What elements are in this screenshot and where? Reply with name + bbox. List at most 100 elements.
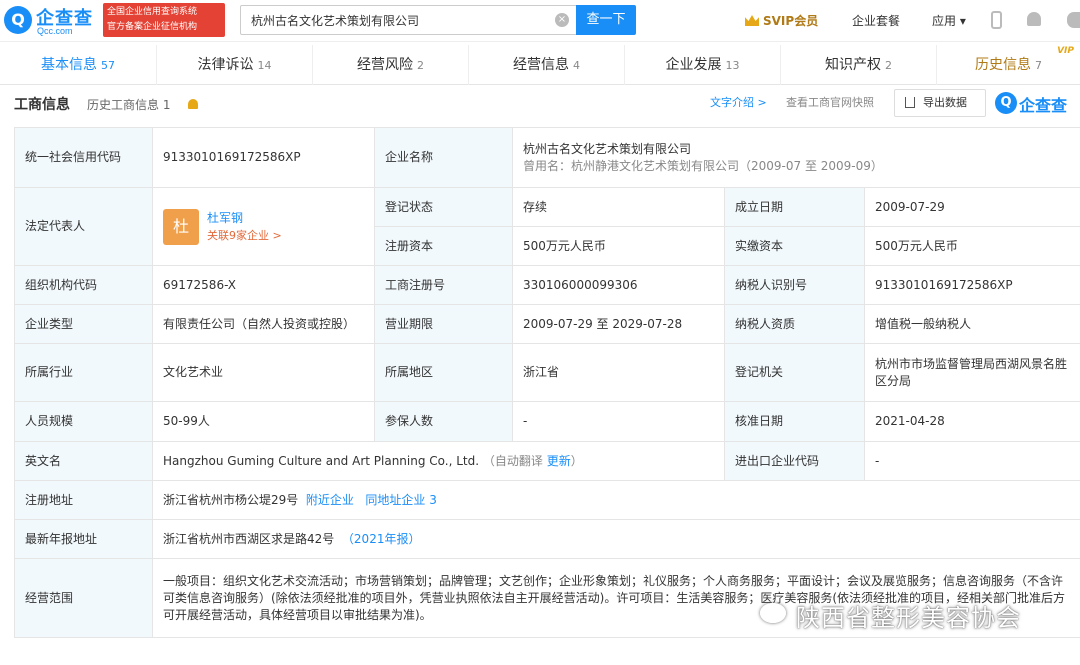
label-reg-address: 注册地址 bbox=[14, 480, 153, 520]
qcc-logo[interactable]: Q 企查查 Qcc.com bbox=[4, 4, 100, 38]
label-company-name: 企业名称 bbox=[374, 127, 513, 188]
credit-code[interactable]: 913301016917258­6XP bbox=[152, 127, 375, 188]
table-row: 英文名 Hangzhou Guming Culture and Art Plan… bbox=[14, 441, 1080, 481]
annual-report-link[interactable]: （2021年报） bbox=[342, 532, 421, 546]
top-bar: Q 企查查 Qcc.com 全国企业信用查询系统 官方备案企业征信机构 × 查一… bbox=[0, 0, 1080, 42]
tab-legal[interactable]: 法律诉讼 14 bbox=[157, 45, 313, 85]
reg-capital: 500万元人民币 bbox=[512, 226, 725, 266]
staff-size: 50-99人 bbox=[152, 401, 375, 442]
annual-address: 浙江省杭州市西湖区求是路42号 bbox=[163, 531, 335, 546]
logo-text: 企查查 bbox=[1019, 96, 1068, 115]
status: 存续 bbox=[512, 187, 725, 227]
label-reg-number: 工商注册号 bbox=[374, 265, 513, 305]
label-region: 所属地区 bbox=[374, 343, 513, 402]
search-box: × bbox=[240, 5, 578, 35]
annual-address-cell: 浙江省杭州市西湖区求是路42号 （2021年报） bbox=[151, 519, 1080, 559]
tab-ip[interactable]: 知识产权 2 bbox=[781, 45, 937, 85]
company-name: 杭州古名文化艺术策划有限公司 bbox=[523, 141, 692, 156]
label-status: 登记状态 bbox=[374, 187, 513, 227]
label-business-term: 营业期限 bbox=[374, 304, 513, 344]
table-row: 人员规模 50-99人 参保人数 - 核准日期 2021-04-28 bbox=[14, 401, 1080, 442]
download-icon bbox=[905, 97, 915, 108]
logo-mark: Q bbox=[4, 6, 32, 34]
export-button[interactable]: 导出数据 bbox=[894, 89, 986, 117]
wechat-icon bbox=[760, 603, 786, 623]
company-name-cell: 杭州古名文化艺术策划有限公司曾用名：杭州静港文化艺术策划有限公司（2009-07… bbox=[511, 127, 1080, 188]
tab-risk[interactable]: 经营风险 2 bbox=[313, 45, 469, 85]
label-tax-id: 纳税人识别号 bbox=[724, 265, 865, 305]
same-address-link[interactable]: 同地址企业 3 bbox=[365, 493, 436, 507]
table-row: 最新年报地址 浙江省杭州市西湖区求是路42号 （2021年报） bbox=[14, 519, 1080, 559]
tab-history[interactable]: 历史信息 7 VIP bbox=[937, 45, 1080, 85]
org-code: 69172586-X bbox=[152, 265, 375, 305]
authority: 杭州市市场监督管理局西湖风景名胜区分局 bbox=[863, 343, 1080, 402]
package-link[interactable]: 企业套餐 bbox=[852, 12, 900, 29]
reg-address: 浙江省杭州市杨公堤29号 bbox=[163, 492, 299, 507]
vip-tag: VIP bbox=[1057, 46, 1074, 56]
phone-icon[interactable] bbox=[991, 11, 1002, 29]
logo-mark: Q bbox=[995, 92, 1017, 114]
section-title: 工商信息 bbox=[14, 97, 70, 113]
approve-date: 2021-04-28 bbox=[863, 401, 1080, 442]
tab-count: 14 bbox=[257, 59, 272, 72]
table-row: 所属行业 文化艺术业 所属地区 浙江省 登记机关 杭州市市场监督管理局西湖风景名… bbox=[14, 343, 1080, 402]
business-term: 2009-07-29 至 2029-07-28 bbox=[512, 304, 725, 344]
search-input[interactable] bbox=[241, 6, 541, 34]
tab-basic-info[interactable]: 基本信息 57 bbox=[0, 45, 157, 85]
clear-icon[interactable]: × bbox=[555, 13, 569, 27]
company-type: 有限责任公司（自然人投资或控股） bbox=[152, 304, 375, 344]
search-button[interactable]: 查一下 bbox=[576, 5, 636, 35]
taxpayer-qual: 增值税一般纳税人 bbox=[863, 304, 1080, 344]
tab-label: 法律诉讼 bbox=[197, 57, 254, 73]
tab-development[interactable]: 企业发展 13 bbox=[625, 45, 781, 85]
app-menu[interactable]: 应用 ▾ bbox=[932, 12, 966, 29]
gov-snapshot-link[interactable]: 查看工商官网快照 bbox=[786, 94, 874, 112]
label-credit-code: 统一社会信用代码 bbox=[14, 127, 153, 188]
region: 浙江省 bbox=[512, 343, 725, 402]
label-company-type: 企业类型 bbox=[14, 304, 153, 344]
nearby-companies-link[interactable]: 附近企业 bbox=[306, 493, 354, 507]
reg-address-cell: 浙江省杭州市杨公堤29号 附近企业 同地址企业 3 bbox=[151, 480, 1080, 520]
svip-label: SVIP会员 bbox=[763, 14, 819, 28]
intro-link[interactable]: 文字介绍 > bbox=[710, 94, 767, 112]
logo-domain: Qcc.com bbox=[37, 26, 73, 36]
bell-icon[interactable] bbox=[188, 99, 198, 109]
legal-rep-cell: 杜杜军钢 关联9家企业 > bbox=[152, 187, 375, 266]
reg-number: 330106000099306 bbox=[512, 265, 725, 305]
tab-label: 基本信息 bbox=[41, 57, 97, 73]
qcc-logo-small: Q 企查查 bbox=[995, 90, 1080, 116]
insured: - bbox=[512, 401, 725, 442]
industry: 文化艺术业 bbox=[152, 343, 375, 402]
tab-count: 57 bbox=[101, 59, 115, 72]
label-business-scope: 经营范围 bbox=[14, 558, 153, 638]
tab-count: 2 bbox=[885, 59, 892, 72]
svip-link[interactable]: SVIP会员 bbox=[745, 12, 818, 29]
label-paid-capital: 实缴资本 bbox=[724, 226, 865, 266]
user-icon[interactable] bbox=[1067, 12, 1080, 28]
tab-bar: 基本信息 57 法律诉讼 14 经营风险 2 经营信息 4 企业发展 13 知识产权 2 历… bbox=[0, 45, 1080, 85]
label-taxpayer-qual: 纳税人资质 bbox=[724, 304, 865, 344]
table-row: 法定代表人 杜杜军钢 关联9家企业 > 登记状态 存续 成立日期 2009-07-… bbox=[14, 187, 1080, 266]
tab-count: 13 bbox=[725, 59, 740, 72]
table-row: 组织机构代码 69172586-X 工商注册号 330106000099306 … bbox=[14, 265, 1080, 305]
crown-icon bbox=[745, 15, 759, 26]
tab-count: 7 bbox=[1035, 59, 1042, 72]
export-label: 导出数据 bbox=[923, 96, 967, 109]
label-annual-address: 最新年报地址 bbox=[14, 519, 153, 559]
bell-icon[interactable] bbox=[1027, 12, 1041, 26]
history-link[interactable]: 历史工商信息 1 bbox=[87, 92, 170, 118]
tab-label: 知识产权 bbox=[825, 57, 881, 73]
tab-count: 4 bbox=[573, 59, 580, 72]
auto-translate-label: （自动翻译 bbox=[482, 453, 543, 468]
table-row: 统一社会信用代码 913301016917258­6XP 企业名称 杭州古名文化… bbox=[14, 127, 1080, 188]
related-companies-link[interactable]: 关联9家企业 > bbox=[207, 227, 282, 244]
tab-operation[interactable]: 经营信息 4 bbox=[469, 45, 625, 85]
legal-rep-name[interactable]: 杜军钢 bbox=[207, 210, 282, 227]
english-name: Hangzhou Guming Culture and Art Planning… bbox=[163, 453, 480, 468]
update-link[interactable]: 更新 bbox=[547, 454, 571, 468]
former-name: 曾用名：杭州静港文化艺术策划有限公司（2009-07 至 2009-09） bbox=[523, 158, 883, 173]
label-org-code: 组织机构代码 bbox=[14, 265, 153, 305]
label-found-date: 成立日期 bbox=[724, 187, 865, 227]
import-export-code: - bbox=[863, 441, 1080, 481]
paren-close: ） bbox=[570, 453, 583, 468]
